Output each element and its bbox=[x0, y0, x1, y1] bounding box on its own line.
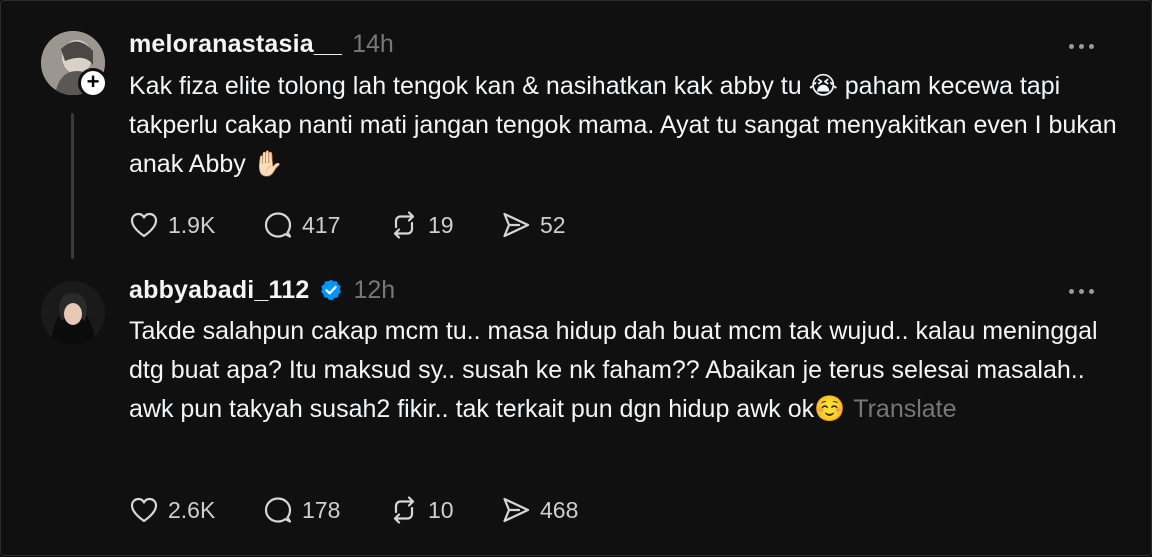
like-count: 2.6K bbox=[168, 496, 216, 523]
repost-button[interactable]: 10 bbox=[388, 494, 500, 526]
verified-icon bbox=[321, 279, 342, 301]
action-bar: 2.6K 178 10 468 bbox=[128, 494, 578, 526]
username[interactable]: meloranastasia__ bbox=[129, 30, 342, 59]
follow-button[interactable]: + bbox=[78, 68, 108, 98]
reply-count: 178 bbox=[302, 496, 341, 523]
reply-icon bbox=[264, 212, 292, 238]
thread-line bbox=[71, 113, 74, 259]
like-button[interactable]: 1.9K bbox=[128, 209, 262, 241]
heart-icon bbox=[130, 497, 158, 523]
reply-count: 417 bbox=[302, 211, 341, 238]
reply-button[interactable]: 178 bbox=[262, 494, 388, 526]
share-count: 52 bbox=[540, 211, 566, 238]
post-header: abbyabadi_112 12h bbox=[129, 275, 395, 305]
share-button[interactable]: 52 bbox=[500, 209, 566, 241]
username[interactable]: abbyabadi_112 bbox=[129, 276, 309, 305]
repost-count: 19 bbox=[428, 211, 454, 238]
like-count: 1.9K bbox=[168, 211, 216, 238]
repost-count: 10 bbox=[428, 496, 454, 523]
reply-button[interactable]: 417 bbox=[262, 209, 388, 241]
share-count: 468 bbox=[540, 496, 579, 523]
share-icon bbox=[503, 497, 530, 523]
heart-icon bbox=[130, 212, 158, 238]
action-bar: 1.9K 417 19 52 bbox=[128, 209, 566, 241]
like-button[interactable]: 2.6K bbox=[128, 494, 262, 526]
post-header: meloranastasia__ 14h bbox=[129, 29, 394, 59]
more-icon[interactable] bbox=[1069, 286, 1105, 296]
share-icon bbox=[503, 212, 530, 238]
reply-icon bbox=[264, 497, 292, 523]
post-time: 14h bbox=[352, 29, 394, 58]
repost-button[interactable]: 19 bbox=[388, 209, 500, 241]
more-icon[interactable] bbox=[1069, 41, 1105, 51]
thread-container: + meloranastasia__ 14h Kak fiza elite to… bbox=[0, 0, 1152, 556]
plus-icon: + bbox=[86, 69, 100, 94]
post-time: 12h bbox=[353, 275, 396, 304]
post-text: Kak fiza elite tolong lah tengok kan & n… bbox=[129, 72, 1117, 178]
avatar[interactable] bbox=[41, 281, 105, 345]
translate-link[interactable]: Translate bbox=[853, 395, 956, 423]
post-text: Takde salahpun cakap mcm tu.. masa hidup… bbox=[129, 312, 1119, 429]
post: + meloranastasia__ 14h Kak fiza elite to… bbox=[1, 1, 1152, 269]
repost-icon bbox=[393, 496, 415, 524]
repost-icon bbox=[393, 211, 415, 239]
share-button[interactable]: 468 bbox=[500, 494, 578, 526]
